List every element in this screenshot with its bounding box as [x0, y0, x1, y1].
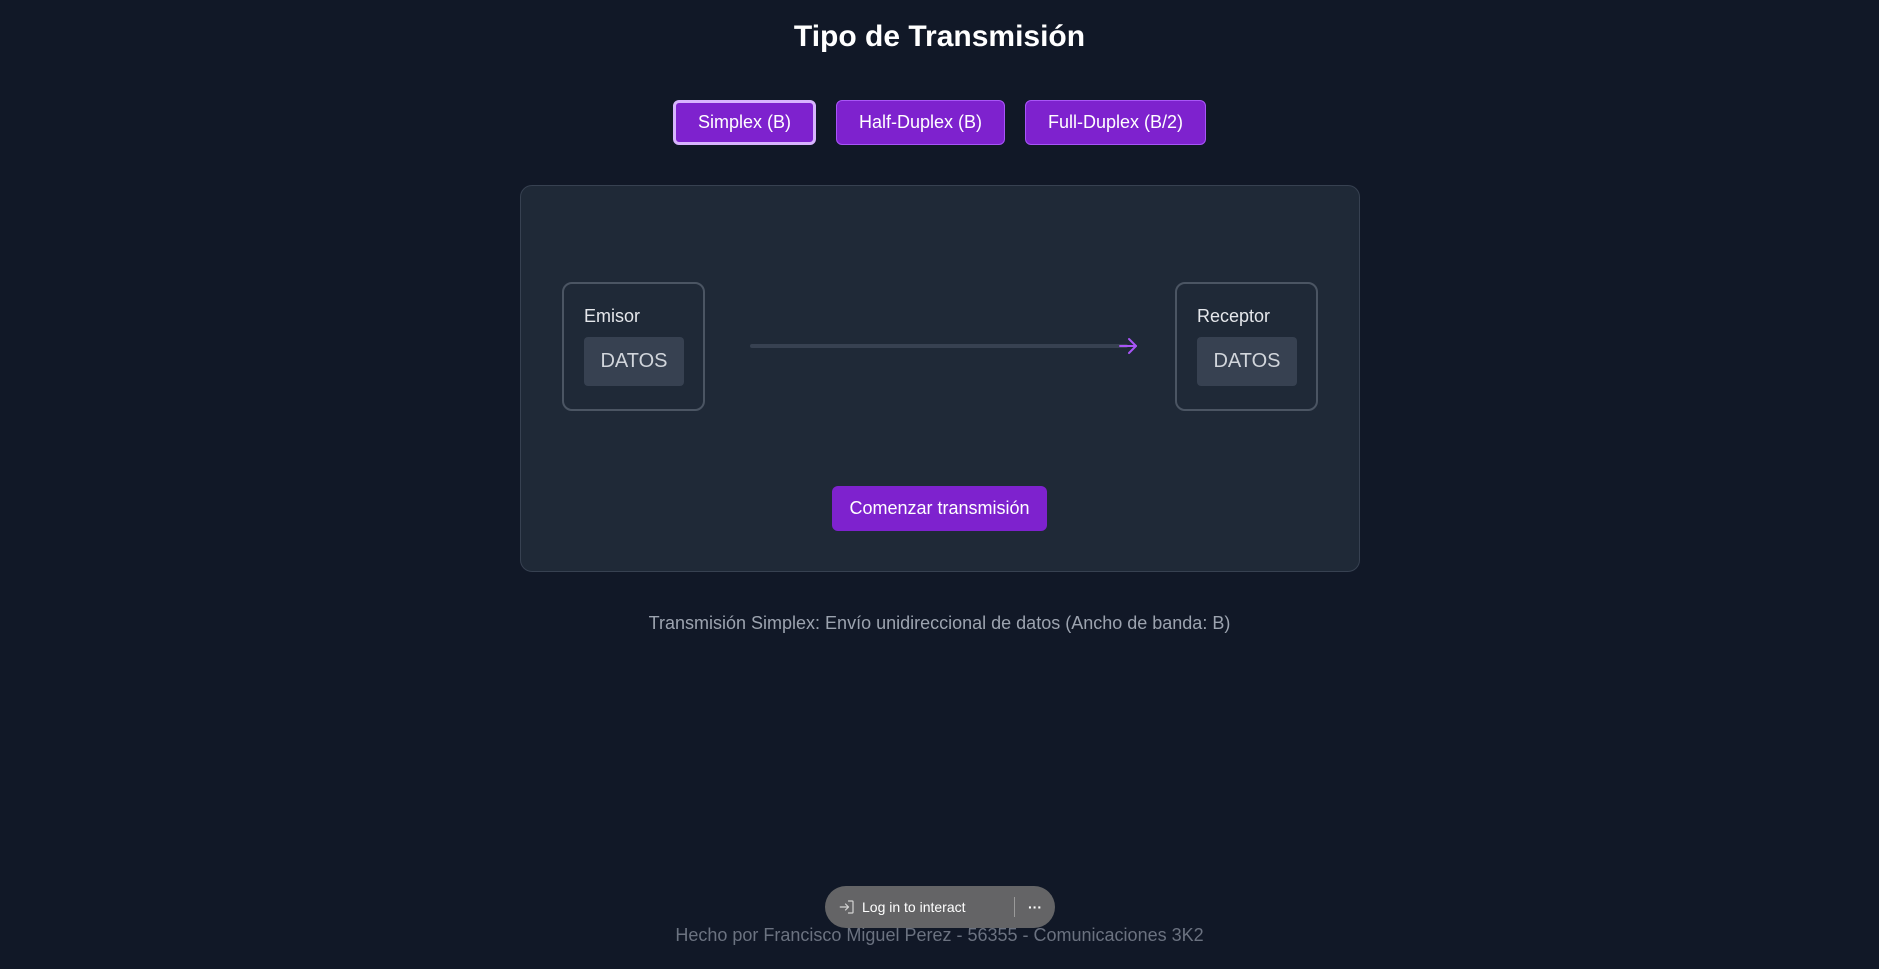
sender-data-chip: DATOS [584, 337, 684, 386]
half-duplex-button[interactable]: Half-Duplex (B) [835, 100, 1005, 145]
simplex-button[interactable]: Simplex (B) [672, 100, 816, 145]
transmission-channel [750, 334, 1140, 358]
receiver-data-chip: DATOS [1197, 337, 1297, 386]
start-transmission-button[interactable]: Comenzar transmisión [832, 486, 1047, 531]
mode-description: Transmisión Simplex: Envío unidirecciona… [648, 613, 1231, 633]
mode-selector: Simplex (B) Half-Duplex (B) Full-Duplex … [0, 100, 1879, 145]
page: Tipo de Transmisión Simplex (B) Half-Dup… [0, 0, 1879, 969]
sign-in-icon [839, 900, 854, 914]
login-overlay[interactable]: Log in to interact ··· [825, 886, 1055, 928]
channel-line [750, 344, 1128, 348]
transmission-panel: Emisor DATOS Receptor DATOS Comenzar tra… [520, 185, 1360, 572]
sender-node: Emisor DATOS [562, 282, 705, 411]
receiver-node: Receptor DATOS [1175, 282, 1318, 411]
sender-label: Emisor [584, 306, 641, 326]
login-label[interactable]: Log in to interact [862, 899, 1014, 915]
receiver-label: Receptor [1197, 306, 1271, 326]
pill-divider [1014, 897, 1015, 917]
more-horizontal-icon[interactable]: ··· [1027, 899, 1043, 915]
arrow-right-icon [1119, 338, 1137, 354]
footer-credit: Hecho por Francisco Miguel Perez - 56355… [675, 925, 1204, 945]
full-duplex-button[interactable]: Full-Duplex (B/2) [1025, 100, 1207, 145]
page-title: Tipo de Transmisión [793, 20, 1086, 53]
